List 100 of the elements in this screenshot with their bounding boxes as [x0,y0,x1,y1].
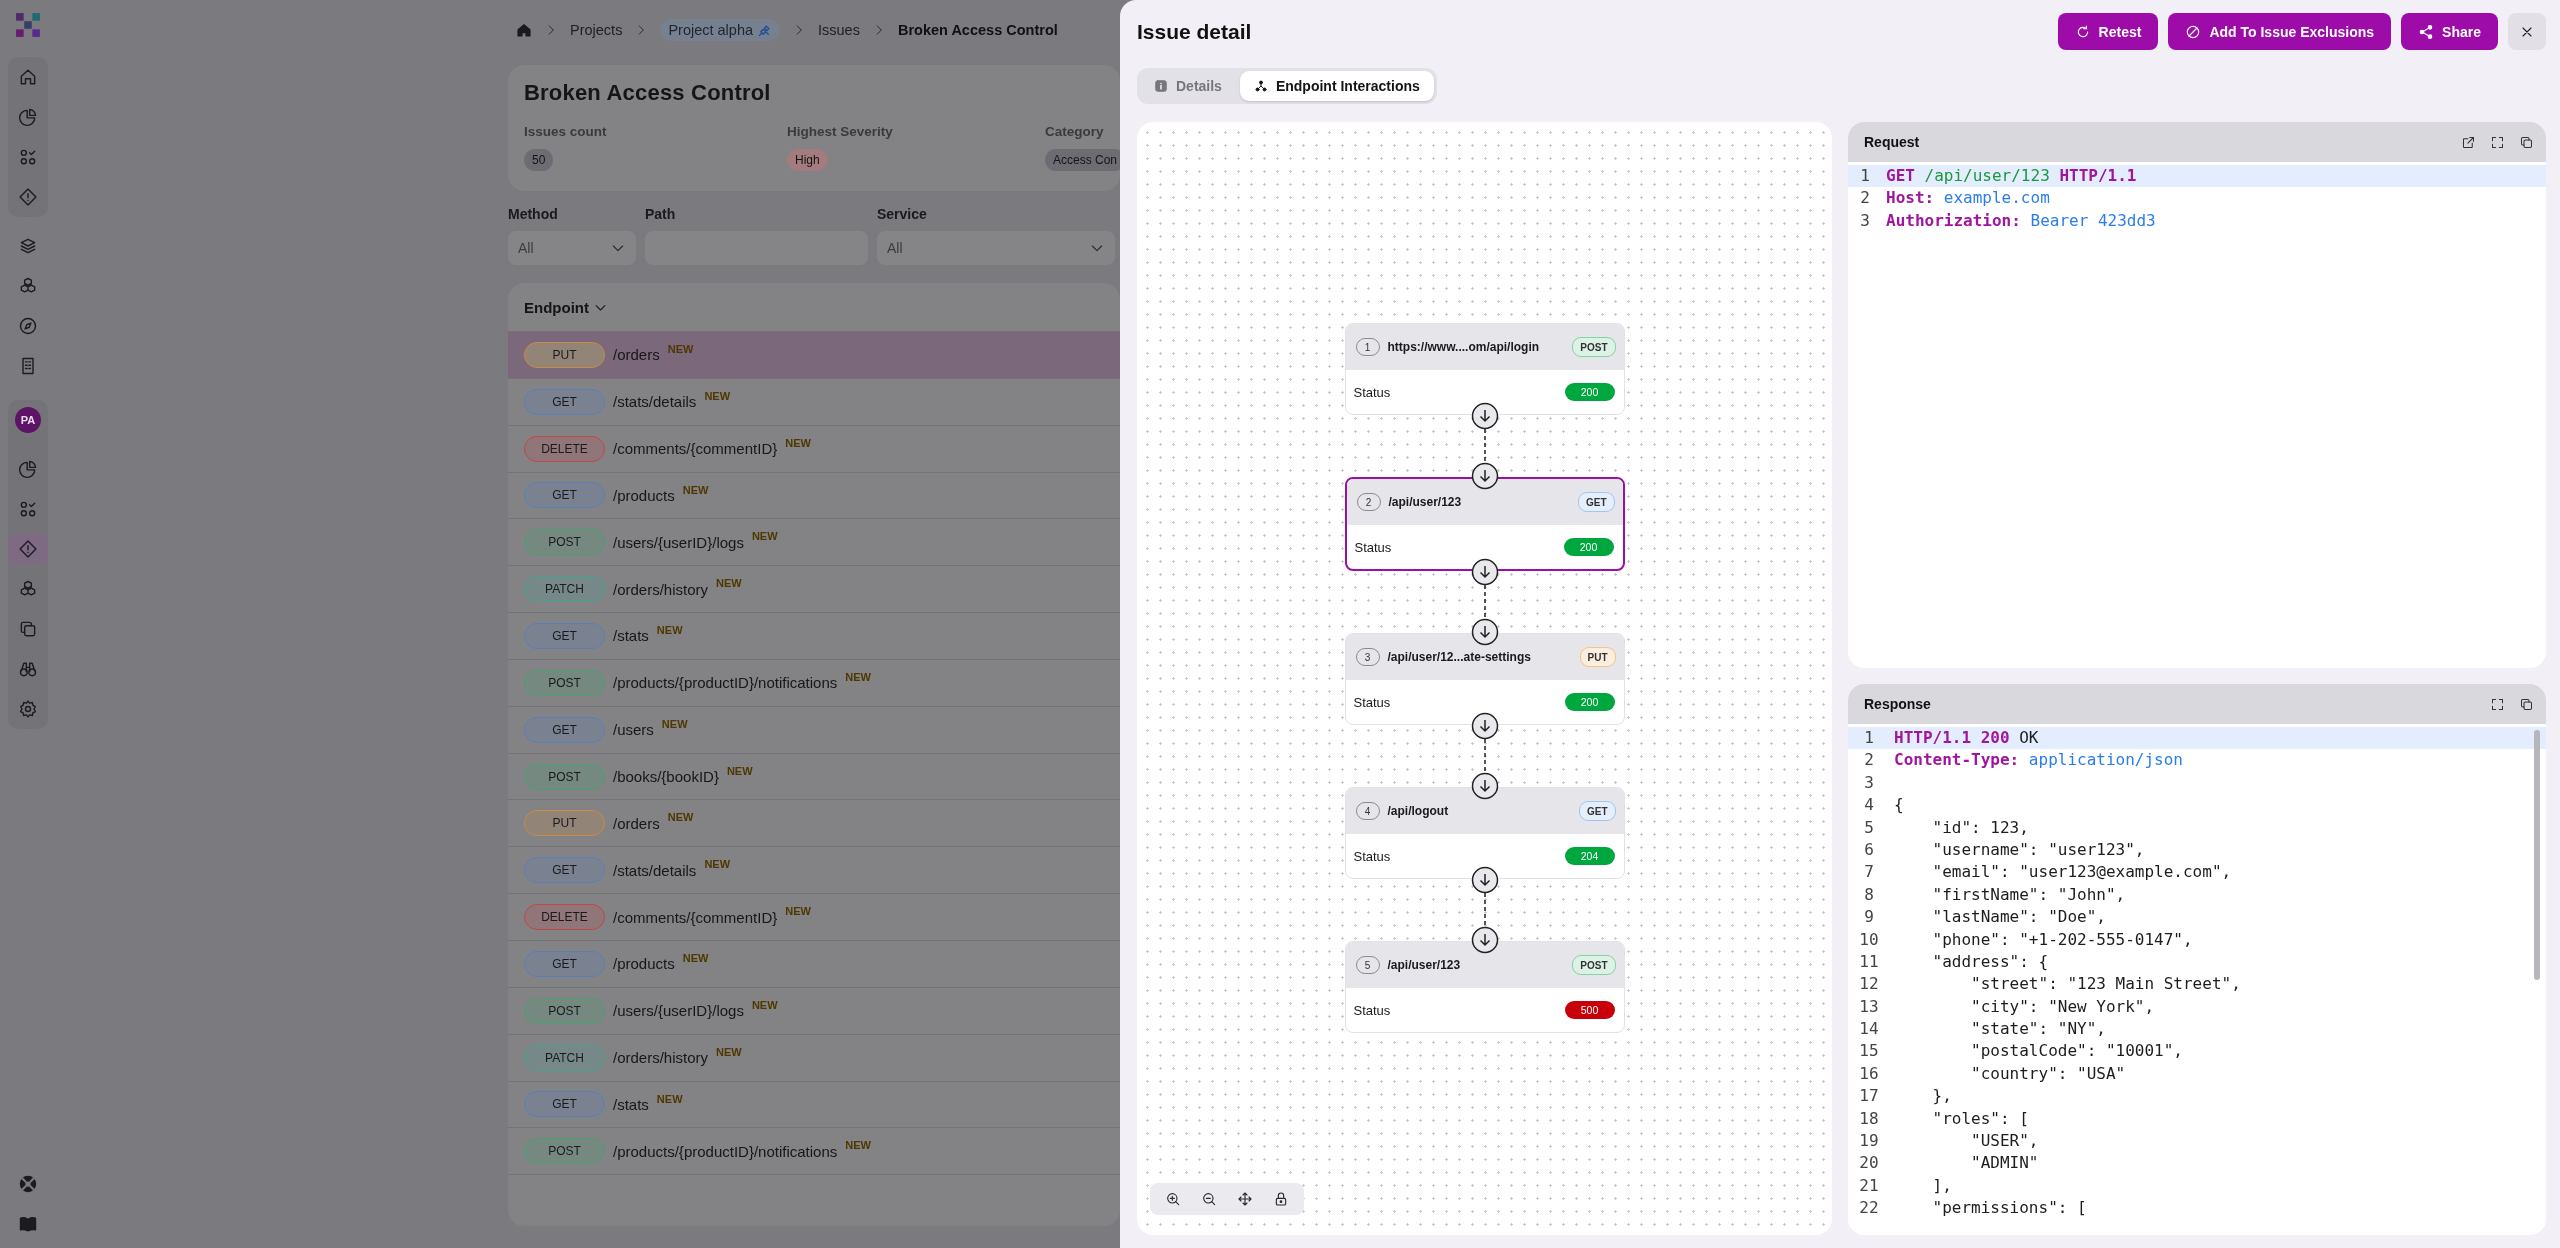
status-label: Status [1354,539,1392,555]
method-badge: POST [524,669,605,696]
flow-node[interactable]: 5 /api/user/123 POST Status 500 [1344,941,1625,1033]
line-number: 16 [1858,1062,1880,1085]
new-label: NEW [667,343,694,355]
code-line: "USER", [1970,1130,2039,1153]
new-label: NEW [656,624,683,637]
table-row[interactable]: GET /stats NEW [508,613,1120,660]
new-label: NEW [716,577,742,590]
open-external-button[interactable] [2461,134,2476,150]
table-row[interactable]: PUT /orders NEW [508,800,1120,848]
node-url: https://www....om/api/login [1387,340,1541,354]
flow-node[interactable]: 3 /api/user/12...ate-settings PUT Status 200 [1344,633,1625,725]
table-row[interactable]: GET /stats/details NEW [508,378,1120,426]
breadcrumb-link[interactable]: Projects [570,22,623,38]
endpoint-path: /books/{bookID} [613,768,719,785]
line-number: 1 [1859,165,1871,187]
flow-node[interactable]: 1 https://www....om/api/login POST Status 200 [1344,323,1625,415]
copy-icon [2519,696,2534,712]
table-row[interactable]: POST /books/{bookID} NEW [508,753,1120,801]
table-row[interactable]: POST /users/{userID}/logs NEW [508,987,1120,1035]
line-number: 3 [1859,209,1871,232]
project-chip[interactable]: Project alpha [660,19,781,41]
method-badge: PUT [1579,647,1616,667]
code-line: { [1893,794,1904,817]
node-url: /api/user/123 [1388,495,1463,509]
copy-icon [2519,134,2534,150]
method-badge: GET [524,857,605,884]
method-badge: POST [524,763,605,790]
flow-node[interactable]: 4 /api/logout GET Status 204 [1344,787,1625,879]
select-field[interactable]: All [508,231,636,265]
endpoint-path: /comments/{commentID} [613,440,778,458]
table-row[interactable]: DELETE /comments/{commentID} NEW [508,894,1120,941]
node-url: /api/user/12...ate-settings [1387,650,1532,664]
status-badge: 204 [1564,847,1615,865]
new-label: NEW [845,670,871,683]
code-line: "postalCode": "10001", [1970,1040,2183,1063]
table-row[interactable]: GET /stats/details NEW [508,847,1120,895]
new-label: NEW [726,764,753,777]
expand-button[interactable] [2490,134,2505,150]
line-number: 20 [1858,1152,1880,1175]
method-badge: GET [524,482,605,509]
code-line: "lastName": "Doe", [1931,906,2106,929]
code-line: }, [1931,1085,1952,1108]
code-line: "roles": [ [1931,1107,2029,1130]
table-row[interactable]: PUT /orders NEW [508,332,1120,379]
line-number: 10 [1858,928,1880,951]
line-number: 6 [1863,838,1875,861]
line-number: 5 [1863,816,1875,839]
method-badge: DELETE [524,435,605,462]
table-row[interactable]: POST /products/{productID}/notifications NEW [508,659,1120,707]
method-badge: PATCH [524,1044,605,1071]
breadcrumb-current: Broken Access Control [897,22,1058,38]
home-icon [516,22,532,38]
method-badge: DELETE [524,904,605,931]
code-line: "city": "New York", [1970,995,2155,1018]
method-badge: PATCH [524,576,605,603]
action-button[interactable]: Retest [2057,13,2159,50]
logo-icon [15,12,41,38]
table-row[interactable]: PATCH /orders/history NEW [508,1034,1120,1082]
line-number: 17 [1858,1085,1880,1108]
close-button[interactable] [2508,13,2546,50]
new-label: NEW [682,951,709,964]
column-header[interactable]: Endpoint [524,298,589,316]
status-badge: 200 [1563,538,1614,556]
method-badge: POST [524,997,605,1024]
table-row[interactable]: GET /products NEW [508,940,1120,988]
table-row[interactable]: GET /users NEW [508,706,1120,754]
new-label: NEW [704,389,731,402]
expand-icon [2490,134,2505,150]
breadcrumb-link[interactable]: Issues [818,22,860,38]
lifebuoy-icon [18,1174,38,1194]
flow-node[interactable]: 2 /api/user/123 GET Status 200 [1344,477,1625,571]
code-line: "username": "user123", [1931,838,2145,861]
line-number: 14 [1858,1018,1880,1041]
copy-button[interactable] [2519,134,2534,150]
new-label: NEW [704,858,731,871]
table-row[interactable]: PATCH /orders/history NEW [508,566,1120,614]
table-row[interactable]: GET /stats NEW [508,1081,1120,1129]
method-badge: PUT [524,810,605,837]
project-avatar[interactable]: PA [15,407,41,433]
action-button[interactable]: Share [2401,13,2498,50]
expand-button[interactable] [2490,696,2505,712]
new-label: NEW [667,811,694,824]
table-row[interactable]: POST /users/{userID}/logs NEW [508,519,1120,567]
table-row[interactable]: GET /products NEW [508,472,1120,520]
code-line: "firstName": "John", [1931,883,2126,906]
nav-item[interactable] [8,534,48,564]
table-row[interactable]: POST /products/{productID}/notifications NEW [508,1128,1120,1176]
table-row[interactable]: DELETE /comments/{commentID} NEW [508,425,1120,473]
tab[interactable]: Details [1140,71,1236,101]
copy-button[interactable] [2519,696,2534,712]
shapes-check-icon [18,499,38,519]
action-button[interactable]: Add To Issue Exclusions [2168,13,2392,50]
select-field[interactable]: All [877,231,1115,265]
tab[interactable]: Endpoint Interactions [1239,71,1434,101]
endpoint-path: /stats/details [613,393,697,411]
endpoint-path: /orders [613,346,660,364]
status-label: Status [1353,694,1391,710]
endpoint-path: /users [613,721,654,739]
